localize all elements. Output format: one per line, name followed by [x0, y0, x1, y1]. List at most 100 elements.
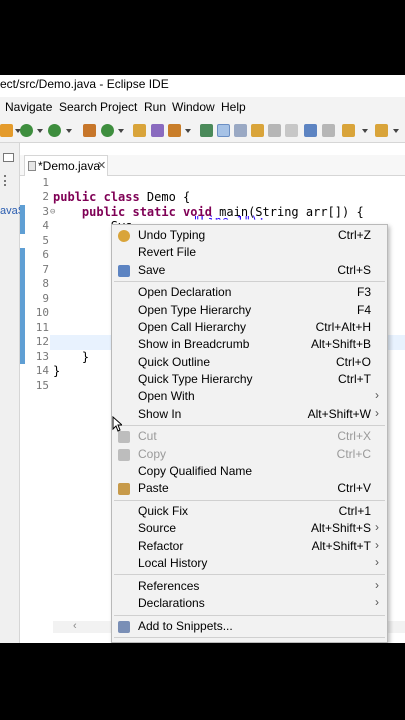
menu-item-shortcut: Alt+Shift+W — [307, 406, 371, 421]
menu-item-quick-type-hierarchy[interactable]: Quick Type Hierarchy Ctrl+T — [112, 371, 387, 388]
menu-item-shortcut: Alt+Shift+S — [310, 521, 371, 536]
chevron-down-icon[interactable] — [118, 129, 124, 133]
line-number: 4 — [42, 219, 49, 232]
chevron-down-icon[interactable] — [66, 129, 72, 133]
line-number: 14 — [35, 364, 49, 377]
menu-item-shortcut: Ctrl+V — [337, 481, 371, 496]
toolbar-console-icon[interactable] — [304, 124, 317, 137]
chevron-right-icon: › — [375, 405, 379, 420]
menu-item-label: Open With — [138, 389, 195, 404]
menu-item-label: Local History — [138, 555, 208, 570]
menu-navigate[interactable]: Navigate — [5, 100, 52, 114]
toolbar-debug-icon[interactable] — [0, 124, 13, 137]
line-number: 12 — [35, 335, 49, 348]
menu-project[interactable]: Project — [100, 100, 137, 114]
menu-item-open-declaration[interactable]: Open Declaration F3 — [112, 284, 387, 301]
scroll-left-icon[interactable]: ‹ — [73, 620, 77, 632]
tab-demo-java[interactable]: *Demo.java ✕ — [24, 155, 108, 176]
menu-item-label: Open Call Hierarchy — [138, 320, 247, 334]
menu-item-show-in[interactable]: Show In Alt+Shift+W › — [112, 406, 387, 423]
menu-item-label: Revert File — [138, 245, 197, 260]
line-number: 7 — [42, 263, 49, 276]
menu-item-undo-typing[interactable]: Undo Typing Ctrl+Z — [112, 227, 387, 244]
menu-item-shortcut: Ctrl+X — [337, 429, 371, 444]
menu-item-add-to-snippets[interactable]: Add to Snippets... — [112, 618, 387, 635]
menu-bar: Navigate Search Project Run Window Help — [0, 97, 405, 119]
toolbar-package-icon[interactable] — [83, 124, 96, 137]
chevron-right-icon: › — [375, 554, 379, 569]
menu-item-open-with[interactable]: Open With › — [112, 388, 387, 405]
menu-item-paste[interactable]: Paste Ctrl+V — [112, 480, 387, 497]
chevron-down-icon[interactable] — [185, 129, 191, 133]
menu-item-open-type-hierarchy[interactable]: Open Type Hierarchy F4 — [112, 302, 387, 319]
menu-item-label: Add to Snippets... — [138, 618, 233, 633]
menu-item-declarations[interactable]: Declarations › — [112, 595, 387, 612]
menu-item-quick-fix[interactable]: Quick Fix Ctrl+1 — [112, 503, 387, 520]
toolbar-search-icon[interactable] — [151, 124, 164, 137]
toolbar-whitespace-icon[interactable] — [285, 124, 298, 137]
chevron-right-icon: › — [375, 577, 379, 592]
line-number: 1 — [42, 176, 49, 189]
toolbar-new-class-icon[interactable] — [101, 124, 114, 137]
menu-item-copy-qualified-name[interactable]: Copy Qualified Name — [112, 463, 387, 480]
menu-item-refactor[interactable]: Refactor Alt+Shift+T › — [112, 538, 387, 555]
menu-search[interactable]: Search — [59, 100, 97, 114]
menu-item-copy[interactable]: Copy Ctrl+C — [112, 446, 387, 463]
menu-item-label: Copy Qualified Name — [138, 463, 253, 478]
toolbar-coverage-icon[interactable] — [48, 124, 61, 137]
toolbar-format-icon[interactable] — [268, 124, 281, 137]
toolbar-mark-icon[interactable] — [200, 124, 213, 137]
change-ruler — [20, 176, 27, 643]
line-number: 13 — [35, 350, 49, 363]
toolbar-annotation-icon[interactable] — [251, 124, 264, 137]
toolbar-run-icon[interactable] — [20, 124, 33, 137]
menu-item-local-history[interactable]: Local History › — [112, 555, 387, 572]
toolbar-highlight-icon[interactable] — [217, 124, 230, 137]
line-number: 3 — [42, 205, 49, 218]
menu-item-references[interactable]: References › — [112, 578, 387, 595]
menu-item-revert-file[interactable]: Revert File — [112, 244, 387, 261]
menu-separator — [114, 614, 385, 616]
menu-item-quick-outline[interactable]: Quick Outline Ctrl+O — [112, 354, 387, 371]
chevron-down-icon[interactable] — [37, 129, 43, 133]
toolbar-toggle-icon[interactable] — [234, 124, 247, 137]
chevron-down-icon[interactable] — [393, 129, 399, 133]
menu-item-show-in-breadcrumb[interactable]: Show in Breadcrumb Alt+Shift+B — [112, 336, 387, 353]
view-menu-icon[interactable] — [4, 175, 13, 186]
line-number: 10 — [35, 306, 49, 319]
paste-icon — [118, 483, 130, 496]
toolbar-tasks-icon[interactable] — [168, 124, 181, 137]
line-number: 8 — [42, 277, 49, 290]
menu-run[interactable]: Run — [144, 100, 166, 114]
menu-item-save[interactable]: Save Ctrl+S — [112, 262, 387, 279]
menu-help[interactable]: Help — [221, 100, 246, 114]
code-line: public class Demo { — [53, 190, 190, 204]
snippets-icon — [118, 620, 130, 633]
menu-item-shortcut: Ctrl+S — [337, 262, 371, 277]
close-icon[interactable]: ✕ — [97, 159, 106, 172]
chevron-right-icon: › — [375, 388, 379, 403]
menu-item-label: Undo Typing — [138, 228, 206, 242]
toolbar-next-icon[interactable] — [322, 124, 335, 137]
line-number-gutter: 1 2 3 4 5 6 7 8 9 10 11 12 13 14 15 — [27, 176, 53, 643]
chevron-right-icon: › — [375, 520, 379, 535]
keyword: public static void — [81, 205, 212, 219]
menu-item-source[interactable]: Source Alt+Shift+S › — [112, 520, 387, 537]
menu-item-open-call-hierarchy[interactable]: Open Call Hierarchy Ctrl+Alt+H — [112, 319, 387, 336]
menu-item-label: Save — [138, 262, 166, 277]
chevron-right-icon: › — [375, 595, 379, 609]
chevron-down-icon[interactable] — [362, 129, 368, 133]
menu-window[interactable]: Window — [172, 100, 215, 114]
toolbar — [0, 119, 405, 143]
menu-item-coverage-as[interactable]: Coverage As › — [112, 641, 387, 643]
code-line: } — [53, 350, 90, 364]
line-number: 11 — [35, 321, 49, 334]
toolbar-open-type-icon[interactable] — [133, 124, 146, 137]
menu-item-shortcut: Ctrl+Alt+H — [315, 320, 371, 334]
undo-icon — [118, 230, 130, 242]
restore-icon[interactable] — [3, 153, 14, 162]
toolbar-forward-icon[interactable] — [375, 124, 388, 137]
menu-separator — [114, 574, 385, 576]
menu-item-cut[interactable]: Cut Ctrl+X — [112, 428, 387, 445]
toolbar-back-icon[interactable] — [342, 124, 355, 137]
